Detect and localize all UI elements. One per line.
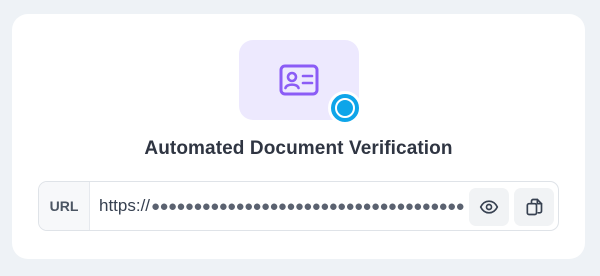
url-field: URL https:// ●●●●●●●●●●●●●●●●●●●●●●●●●●●… bbox=[38, 181, 559, 231]
url-masked-value: ●●●●●●●●●●●●●●●●●●●●●●●●●●●●●●●●●●●●●● bbox=[151, 197, 464, 215]
status-dot-icon bbox=[335, 98, 355, 118]
card-title: Automated Document Verification bbox=[144, 138, 453, 159]
url-label: URL bbox=[39, 182, 90, 230]
verification-card: Automated Document Verification URL http… bbox=[12, 14, 585, 259]
eye-icon bbox=[479, 200, 499, 214]
url-value[interactable]: https:// ●●●●●●●●●●●●●●●●●●●●●●●●●●●●●●●… bbox=[99, 182, 464, 230]
reveal-url-button[interactable] bbox=[469, 188, 509, 226]
id-card-icon bbox=[279, 64, 319, 96]
copy-icon bbox=[526, 198, 543, 216]
url-prefix: https:// bbox=[99, 196, 151, 215]
status-badge bbox=[328, 91, 362, 125]
copy-url-button[interactable] bbox=[514, 188, 554, 226]
